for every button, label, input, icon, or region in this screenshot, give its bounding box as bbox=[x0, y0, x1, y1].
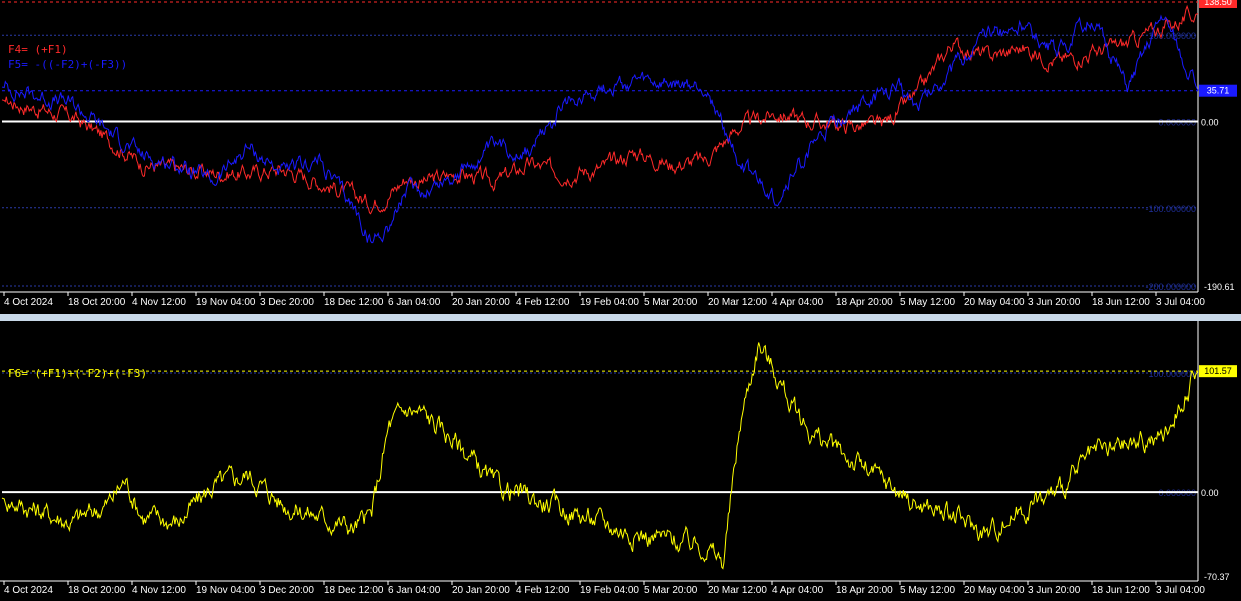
x-tick-label: 18 Apr 20:00 bbox=[836, 297, 893, 308]
current-value-text: 138.50 bbox=[1204, 0, 1232, 7]
x-tick-label: 20 May 04:00 bbox=[964, 297, 1025, 308]
x-tick-label: 18 Oct 20:00 bbox=[68, 585, 126, 596]
x-tick-label: 4 Feb 12:00 bbox=[516, 585, 570, 596]
x-tick-label: 19 Feb 04:00 bbox=[580, 585, 639, 596]
lower-chart-svg[interactable]: 100.0000000.0000000.00-70.37F6= (+F1)+(-… bbox=[0, 321, 1241, 601]
x-tick-label: 18 Oct 20:00 bbox=[68, 297, 126, 308]
x-tick-label: 18 Dec 12:00 bbox=[324, 585, 384, 596]
current-value-text: 35.71 bbox=[1207, 86, 1230, 96]
x-tick-label: 3 Jul 04:00 bbox=[1156, 297, 1205, 308]
x-tick-label: 4 Apr 04:00 bbox=[772, 297, 824, 308]
x-tick-label: 19 Feb 04:00 bbox=[580, 297, 639, 308]
x-tick-label: 3 Jul 04:00 bbox=[1156, 585, 1205, 596]
upper-pane[interactable]: 100.0000000.000000-100.000000-200.000000… bbox=[0, 0, 1241, 314]
series-label: F6= (+F1)+(-F2)+(-F3) bbox=[8, 367, 147, 380]
x-tick-label: 3 Jun 20:00 bbox=[1028, 297, 1081, 308]
x-tick-label: 20 Mar 12:00 bbox=[708, 297, 767, 308]
x-tick-label: 3 Dec 20:00 bbox=[260, 297, 314, 308]
x-tick-label: 3 Dec 20:00 bbox=[260, 585, 314, 596]
axis-min-label: -70.37 bbox=[1204, 572, 1230, 582]
level-label: 100.000000 bbox=[1148, 369, 1196, 379]
x-tick-label: 19 Nov 04:00 bbox=[196, 585, 256, 596]
series-line bbox=[1, 342, 1199, 570]
series-line bbox=[1, 14, 1199, 244]
level-label: -200.000000 bbox=[1145, 282, 1196, 292]
x-tick-label: 5 May 12:00 bbox=[900, 297, 955, 308]
axis-min-label: -190.61 bbox=[1204, 282, 1235, 292]
x-tick-label: 4 Oct 2024 bbox=[4, 297, 53, 308]
zero-value-label: 0.00 bbox=[1201, 118, 1219, 128]
x-tick-label: 5 Mar 20:00 bbox=[644, 297, 698, 308]
x-tick-label: 3 Jun 20:00 bbox=[1028, 585, 1081, 596]
series-label: F5= -((-F2)+(-F3)) bbox=[8, 58, 127, 71]
x-tick-label: 18 Jun 12:00 bbox=[1092, 297, 1150, 308]
x-tick-label: 18 Dec 12:00 bbox=[324, 297, 384, 308]
x-tick-label: 19 Nov 04:00 bbox=[196, 297, 256, 308]
current-value-text: 101.57 bbox=[1204, 366, 1232, 376]
x-tick-label: 20 Jan 20:00 bbox=[452, 585, 510, 596]
x-tick-label: 20 Mar 12:00 bbox=[708, 585, 767, 596]
x-tick-label: 4 Nov 12:00 bbox=[132, 297, 186, 308]
x-tick-label: 4 Apr 04:00 bbox=[772, 585, 824, 596]
x-tick-label: 5 May 12:00 bbox=[900, 585, 955, 596]
x-tick-label: 6 Jan 04:00 bbox=[388, 297, 441, 308]
series-label: F4= (+F1) bbox=[8, 43, 68, 56]
x-tick-label: 4 Feb 12:00 bbox=[516, 297, 570, 308]
x-tick-label: 18 Apr 20:00 bbox=[836, 585, 893, 596]
x-tick-label: 5 Mar 20:00 bbox=[644, 585, 698, 596]
level-label: -100.000000 bbox=[1145, 204, 1196, 214]
zero-value-label: 0.00 bbox=[1201, 488, 1219, 498]
lower-pane[interactable]: 100.0000000.0000000.00-70.37F6= (+F1)+(-… bbox=[0, 321, 1241, 601]
x-tick-label: 4 Nov 12:00 bbox=[132, 585, 186, 596]
upper-chart-svg[interactable]: 100.0000000.000000-100.000000-200.000000… bbox=[0, 0, 1241, 314]
pane-separator[interactable] bbox=[0, 314, 1241, 321]
x-tick-label: 20 May 04:00 bbox=[964, 585, 1025, 596]
x-tick-label: 20 Jan 20:00 bbox=[452, 297, 510, 308]
series-line bbox=[1, 4, 1199, 215]
x-tick-label: 18 Jun 12:00 bbox=[1092, 585, 1150, 596]
x-tick-label: 4 Oct 2024 bbox=[4, 585, 53, 596]
x-tick-label: 6 Jan 04:00 bbox=[388, 585, 441, 596]
